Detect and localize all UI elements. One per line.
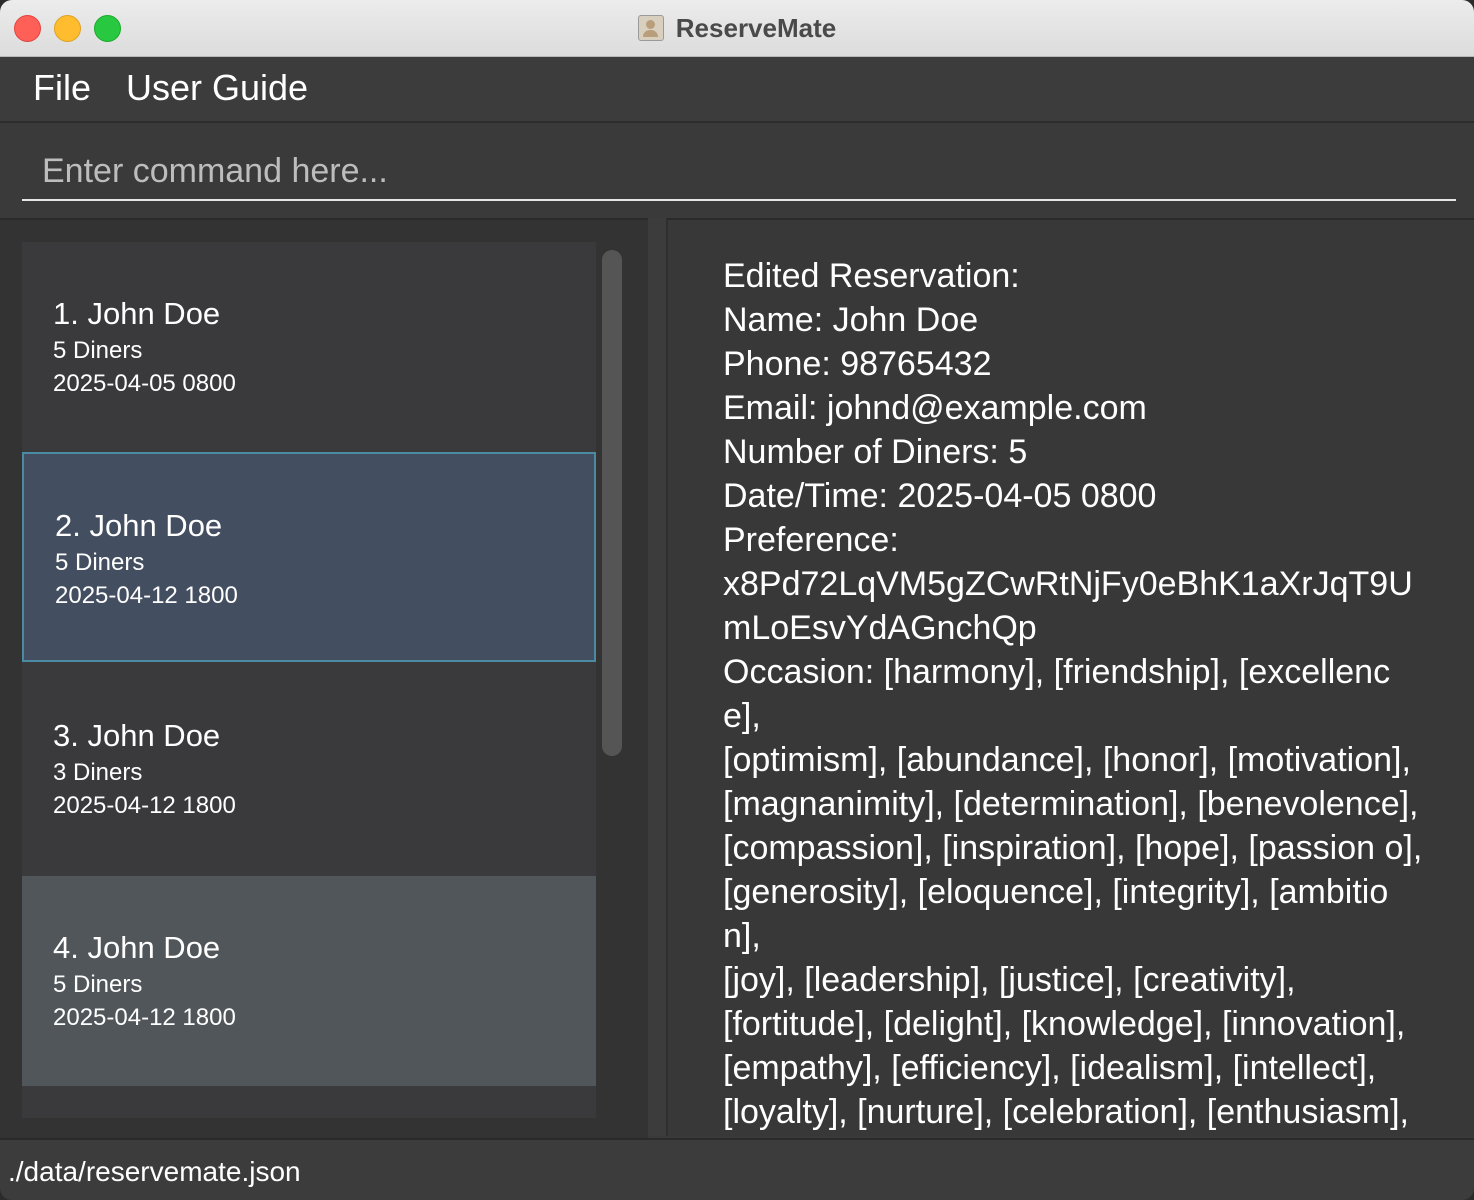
reservation-name: 1. John Doe <box>53 296 221 331</box>
contact-card-icon <box>637 15 664 41</box>
reservation-name: 2. John Doe <box>55 508 223 543</box>
menu-bar: File User Guide <box>0 57 1474 123</box>
reservation-card-selected[interactable]: 2. John Doe 5 Diners 2025-04-12 1800 <box>22 452 596 662</box>
window-title: ReserveMate <box>675 12 837 43</box>
panel-divider[interactable] <box>648 218 666 1136</box>
reservation-datetime: 2025-04-12 1800 <box>55 582 238 609</box>
status-bar: ./data/reservemate.json <box>0 1138 1474 1200</box>
menu-file[interactable]: File <box>33 67 91 109</box>
result-display-panel: Edited Reservation: Name: John Doe Phone… <box>666 218 1474 1175</box>
reservation-diners: 3 Diners <box>53 759 143 786</box>
command-box <box>0 123 1474 215</box>
menu-user-guide[interactable]: User Guide <box>126 67 308 109</box>
reservation-list-panel: 1. John Doe 5 Diners 2025-04-05 0800 2. … <box>0 218 648 1138</box>
title-bar: ReserveMate <box>0 0 1474 57</box>
reservation-datetime: 2025-04-12 1800 <box>53 1004 236 1031</box>
reservation-card[interactable]: 1. John Doe 5 Diners 2025-04-05 0800 <box>22 242 596 452</box>
reservation-diners: 5 Diners <box>53 971 143 998</box>
list-scrollbar[interactable] <box>602 250 622 756</box>
command-input[interactable] <box>22 143 1456 201</box>
reservation-name: 4. John Doe <box>53 930 221 965</box>
reservation-card-hovered[interactable]: 4. John Doe 5 Diners 2025-04-12 1800 <box>22 876 596 1086</box>
reservation-diners: 5 Diners <box>55 549 145 576</box>
result-message: Edited Reservation: Name: John Doe Phone… <box>723 257 1423 1175</box>
window-title-group: ReserveMate <box>0 12 1474 44</box>
reservation-datetime: 2025-04-05 0800 <box>53 370 236 397</box>
reservation-name: 3. John Doe <box>53 718 221 753</box>
reservation-list[interactable]: 1. John Doe 5 Diners 2025-04-05 0800 2. … <box>22 242 596 1118</box>
app-window: ReserveMate File User Guide 1. John Doe … <box>0 0 1474 1200</box>
reservation-datetime: 2025-04-12 1800 <box>53 792 236 819</box>
data-file-path: ./data/reservemate.json <box>8 1156 301 1187</box>
reservation-card[interactable]: 3. John Doe 3 Diners 2025-04-12 1800 <box>22 664 596 874</box>
reservation-diners: 5 Diners <box>53 337 143 364</box>
